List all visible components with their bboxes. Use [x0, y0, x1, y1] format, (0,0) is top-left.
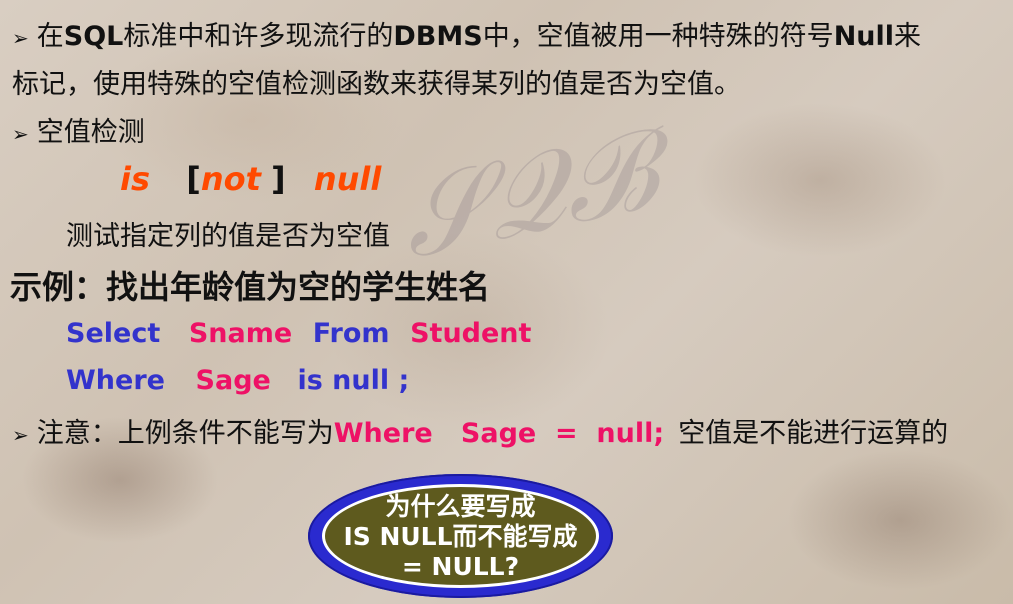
sql-line-2: Where Sage is null ; [66, 365, 410, 396]
sql-line-1: Select Sname From Student [66, 318, 532, 349]
callout-oval: 为什么要写成 IS NULL而不能写成 = NULL? [308, 474, 613, 598]
intro-line-1: ➢ 在SQL标准中和许多现流行的DBMS中，空值被用一种特殊的符号Null来 [12, 21, 922, 52]
callout-line-1: 为什么要写成 [385, 492, 536, 521]
null-syntax: is [not ] null [120, 160, 382, 198]
null-check-heading: ➢ 空值检测 [12, 117, 145, 148]
intro-line-2: 标记，使用特殊的空值检测函数来获得某列的值是否为空值。 [12, 69, 741, 100]
callout-line-3: = NULL? [401, 552, 520, 581]
bullet-icon: ➢ [12, 122, 29, 146]
null-check-description: 测试指定列的值是否为空值 [66, 221, 390, 252]
callout-line-2: IS NULL而不能写成 [343, 522, 578, 551]
bullet-icon: ➢ [12, 26, 29, 50]
example-title: 示例：找出年龄值为空的学生姓名 [10, 268, 491, 306]
background-watermark: 𝒮𝒬ℬ [389, 104, 667, 284]
bullet-icon: ➢ [12, 423, 29, 447]
note-line: ➢ 注意：上例条件不能写为Where Sage = null; 空值是不能进行运算的 [12, 418, 949, 449]
